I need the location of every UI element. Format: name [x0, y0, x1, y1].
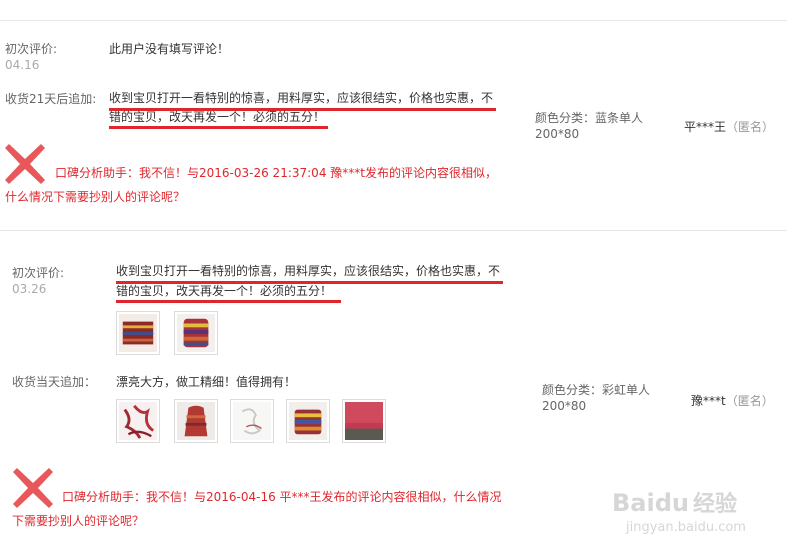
- append-review-text: 漂亮大方，做工精细！值得拥有！: [116, 375, 297, 389]
- watermark-url: jingyan.baidu.com: [626, 520, 746, 535]
- review-divider: [0, 230, 787, 231]
- review-photo[interactable]: [116, 311, 160, 355]
- sku-color-label: 颜色分类：彩虹单人: [542, 383, 651, 397]
- initial-review-text-line1: 收到宝贝打开一看特别的惊喜，用料厚实，应该很结实，价格也实惠，不: [116, 264, 501, 278]
- initial-review-date: 03.26: [12, 282, 47, 296]
- anonymous-tag: （匿名）: [725, 394, 774, 408]
- highlight-underline: [109, 126, 328, 129]
- buyer-nickname: 平***王: [684, 120, 727, 134]
- sku-size: 200*80: [542, 399, 587, 413]
- review-photo[interactable]: [342, 399, 386, 443]
- top-divider: [0, 20, 787, 21]
- cross-mark-icon: [11, 466, 55, 510]
- buyer-name: 平***王（匿名）: [684, 118, 774, 135]
- watermark-brand: Baidu: [612, 489, 689, 517]
- initial-review-label: 初次评价:: [12, 266, 65, 280]
- buyer-name: 豫***t（匿名）: [691, 392, 774, 409]
- initial-review-text: 此用户没有填写评论！: [109, 42, 230, 56]
- review-photo[interactable]: [286, 399, 330, 443]
- review-photo[interactable]: [174, 311, 218, 355]
- warning-text-line2: 下需要抄别人的评论呢？: [12, 514, 145, 528]
- initial-review-label: 初次评价:: [5, 42, 58, 56]
- review-photo[interactable]: [174, 399, 218, 443]
- append-review-label: 收货当天追加：: [12, 375, 97, 389]
- highlight-underline: [116, 300, 341, 303]
- highlight-underline: [109, 108, 496, 111]
- sku-size: 200*80: [535, 127, 580, 141]
- warning-text-line2: 什么情况下需要抄别人的评论呢？: [5, 190, 186, 204]
- sku-color-label: 颜色分类：蓝条单人: [535, 111, 644, 125]
- baidu-watermark: Baidu 经验: [612, 486, 737, 518]
- review-photo[interactable]: [116, 399, 160, 443]
- warning-text-line1: 口碑分析助手：我不信！与2016-04-16 平***王发布的评论内容很相似，什…: [62, 490, 502, 504]
- anonymous-tag: （匿名）: [726, 120, 775, 134]
- initial-review-date: 04.16: [5, 58, 40, 72]
- warning-text-line1: 口碑分析助手：我不信！与2016-03-26 21:37:04 豫***t发布的…: [55, 166, 497, 180]
- watermark-brand-suffix: 经验: [692, 492, 737, 517]
- buyer-nickname: 豫***t: [691, 394, 726, 408]
- highlight-underline: [116, 281, 503, 284]
- review-photo[interactable]: [230, 399, 274, 443]
- cross-mark-icon: [3, 142, 47, 186]
- append-review-label: 收货21天后追加:: [5, 92, 97, 106]
